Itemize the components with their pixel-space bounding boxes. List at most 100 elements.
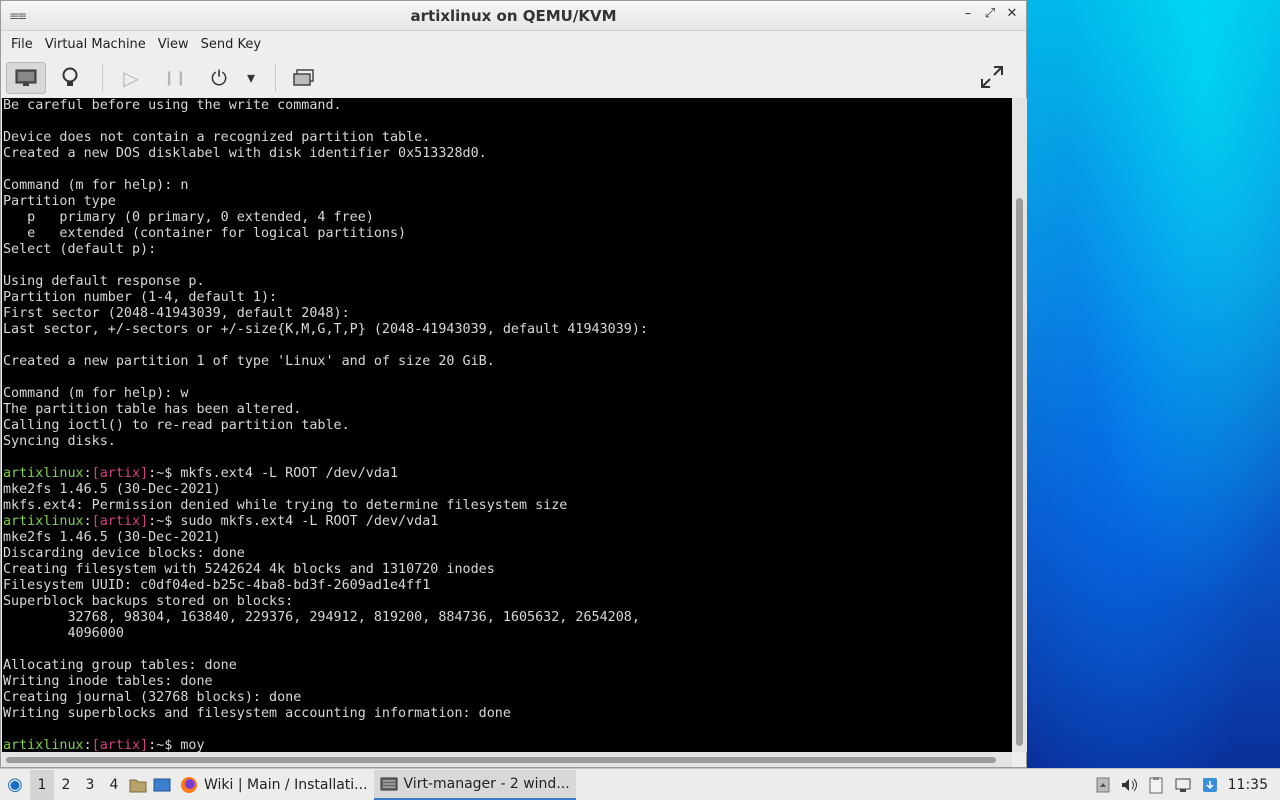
run-button[interactable]: ▷ — [111, 62, 151, 94]
prompt-colon: : — [83, 738, 92, 752]
virt-manager-icon — [380, 777, 398, 790]
workspace-3[interactable]: 3 — [78, 777, 102, 793]
console-line: Calling ioctl() to re-read partition tab… — [3, 418, 350, 433]
console-view-button[interactable] — [6, 61, 46, 94]
snapshots-icon — [293, 68, 314, 86]
snapshots-button[interactable] — [284, 62, 324, 94]
console-line: Command (m for help): w — [3, 386, 189, 401]
prompt-host: artix — [99, 466, 141, 481]
prompt-command: sudo mkfs.ext4 -L ROOT /dev/vda1 — [180, 514, 439, 529]
console-line: Allocating group tables: done — [3, 658, 237, 673]
updates-icon[interactable] — [1202, 777, 1218, 793]
window-title: artixlinux on QEMU/KVM — [410, 7, 617, 25]
workspace-2[interactable]: 2 — [54, 777, 78, 793]
keyboard-layout-icon[interactable] — [1096, 777, 1110, 793]
clock[interactable]: 11:35 — [1228, 777, 1268, 793]
console-line: Discarding device blocks: done — [3, 546, 245, 561]
console-line: Writing inode tables: done — [3, 674, 213, 689]
prompt-bracket: [ — [91, 466, 100, 481]
clipboard-icon[interactable] — [1148, 776, 1164, 794]
task-label: Virt-manager - 2 wind... — [403, 775, 570, 792]
fullscreen-icon — [981, 66, 1003, 88]
monitor-icon — [15, 69, 37, 86]
taskbar: ◉ 1 2 3 4 Wiki | Main / Installati... Vi… — [0, 768, 1280, 800]
title-bar[interactable]: ≡≡ artixlinux on QEMU/KVM – ⤢ ✕ — [1, 1, 1026, 31]
workspace-4[interactable]: 4 — [102, 777, 126, 793]
horizontal-scrollbar[interactable] — [2, 752, 1012, 767]
console-line: Superblock backups stored on blocks: — [3, 594, 294, 609]
vm-console-display[interactable]: Be careful before using the write comman… — [2, 98, 1012, 752]
fullscreen-button[interactable] — [972, 61, 1012, 93]
prompt-symbol: :~$ — [148, 466, 181, 481]
file-manager-launcher[interactable] — [126, 773, 150, 797]
task-virt-manager[interactable]: Virt-manager - 2 wind... — [373, 769, 576, 800]
workspace-1[interactable]: 1 — [30, 769, 54, 800]
network-icon[interactable] — [1174, 777, 1192, 793]
prompt-host: artix — [99, 514, 141, 529]
console-prompt-line: artixlinux:[artix]:~$ mkfs.ext4 -L ROOT … — [3, 466, 1012, 482]
console-line: Syncing disks. — [3, 434, 116, 449]
prompt-user: artixlinux — [3, 466, 84, 481]
console-line: mke2fs 1.46.5 (30-Dec-2021) — [3, 530, 221, 545]
menu-send-key[interactable]: Send Key — [195, 37, 267, 52]
prompt-symbol: :~$ — [148, 738, 181, 752]
minimize-icon[interactable]: – — [960, 6, 976, 22]
prompt-bracket: ] — [140, 466, 149, 481]
horizontal-scrollbar-thumb[interactable] — [6, 757, 996, 763]
desktop-wallpaper — [1027, 0, 1280, 768]
vertical-scrollbar[interactable] — [1012, 98, 1027, 752]
volume-icon[interactable] — [1120, 777, 1138, 793]
play-icon: ▷ — [123, 65, 139, 90]
task-firefox[interactable]: Wiki | Main / Installati... — [174, 770, 374, 800]
prompt-symbol: :~$ — [148, 514, 181, 529]
console-line: First sector (2048-41943039, default 204… — [3, 306, 350, 321]
menu-view[interactable]: View — [152, 37, 195, 52]
console-line: Partition number (1-4, default 1): — [3, 290, 278, 305]
show-desktop-button[interactable] — [150, 773, 174, 797]
console-line: Partition type — [3, 194, 116, 209]
firefox-icon — [181, 776, 197, 793]
task-label: Wiki | Main / Installati... — [204, 776, 368, 793]
start-menu-button[interactable]: ◉ — [0, 770, 30, 800]
pause-icon: ❙❙ — [163, 69, 187, 86]
console-line: Last sector, +/-sectors or +/-size{K,M,G… — [3, 322, 648, 337]
toolbar-separator — [275, 63, 276, 92]
vertical-scrollbar-thumb[interactable] — [1016, 198, 1023, 746]
console-prompt-line: artixlinux:[artix]:~$ moy — [3, 738, 1012, 752]
console-line: Using default response p. — [3, 274, 205, 289]
console-line: 32768, 98304, 163840, 229376, 294912, 81… — [3, 610, 640, 625]
console-line: Creating filesystem with 5242624 4k bloc… — [3, 562, 495, 577]
prompt-user: artixlinux — [3, 514, 84, 529]
console-line: Command (m for help): n — [3, 178, 189, 193]
prompt-command: moy — [180, 738, 205, 752]
shutdown-button[interactable]: ⏻ — [199, 62, 239, 94]
console-line: 4096000 — [3, 626, 124, 641]
console-line: Be careful before using the write comman… — [3, 98, 342, 113]
console-line: Filesystem UUID: c0df04ed-b25c-4ba8-bd3f… — [3, 578, 431, 593]
restore-icon[interactable]: ⤢ — [982, 6, 998, 22]
close-icon[interactable]: ✕ — [1004, 6, 1020, 22]
chevron-down-icon: ▾ — [246, 68, 256, 87]
prompt-colon: : — [83, 466, 92, 481]
lightbulb-icon — [62, 67, 78, 86]
menu-file[interactable]: File — [5, 37, 39, 52]
menu-virtual-machine[interactable]: Virtual Machine — [39, 37, 152, 52]
system-tray: 11:35 — [1096, 776, 1280, 794]
console-prompt-line: artixlinux:[artix]:~$ sudo mkfs.ext4 -L … — [3, 514, 1012, 530]
pause-button[interactable]: ❙❙ — [155, 62, 195, 94]
console-line: Select (default p): — [3, 242, 157, 257]
console-line: Device does not contain a recognized par… — [3, 130, 431, 145]
prompt-command: mkfs.ext4 -L ROOT /dev/vda1 — [180, 466, 399, 481]
details-view-button[interactable] — [50, 62, 90, 94]
power-icon: ⏻ — [211, 65, 227, 90]
console-line: p primary (0 primary, 0 extended, 4 free… — [3, 210, 374, 225]
console-line: Created a new partition 1 of type 'Linux… — [3, 354, 495, 369]
shutdown-menu-button[interactable]: ▾ — [239, 62, 263, 94]
